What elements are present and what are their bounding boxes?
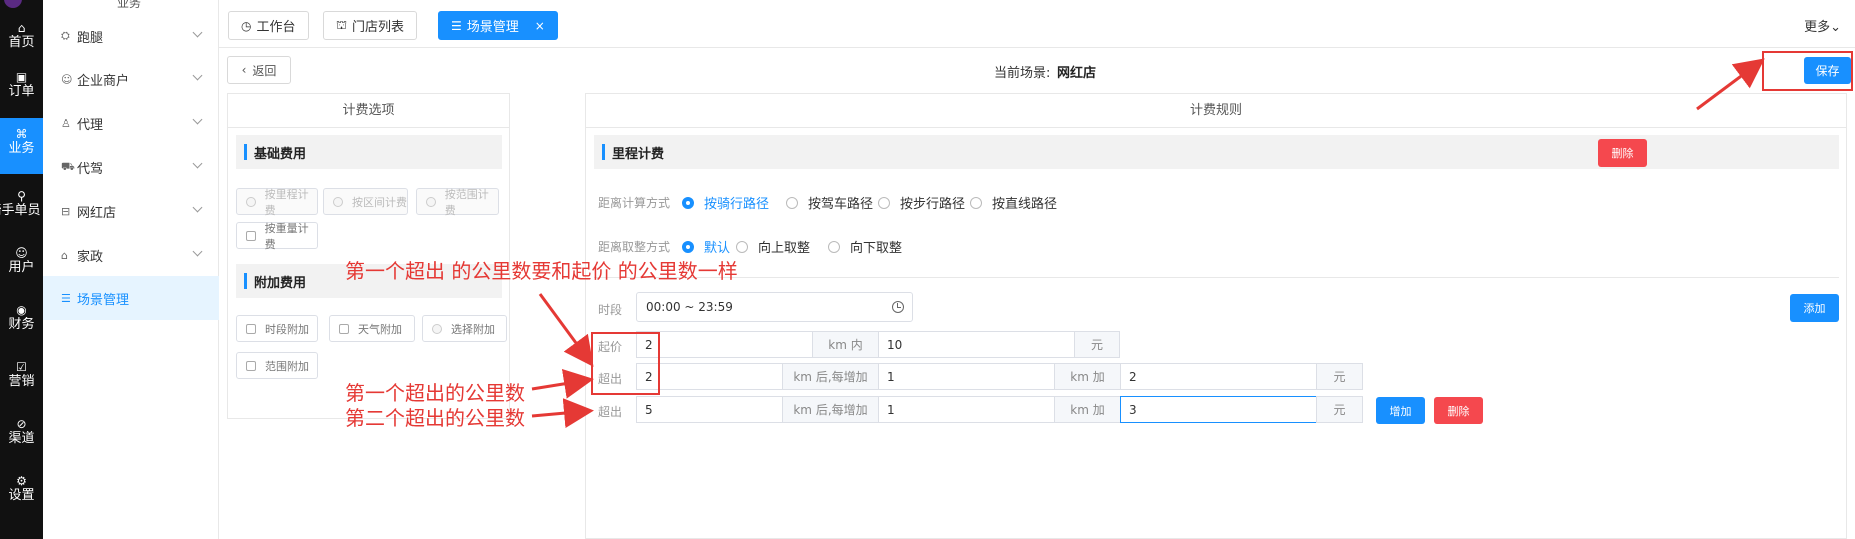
arrow (531, 398, 594, 429)
annotation-arrows (531, 58, 1765, 429)
arrow (1696, 58, 1765, 111)
arrow (538, 293, 594, 367)
arrow (531, 368, 594, 399)
